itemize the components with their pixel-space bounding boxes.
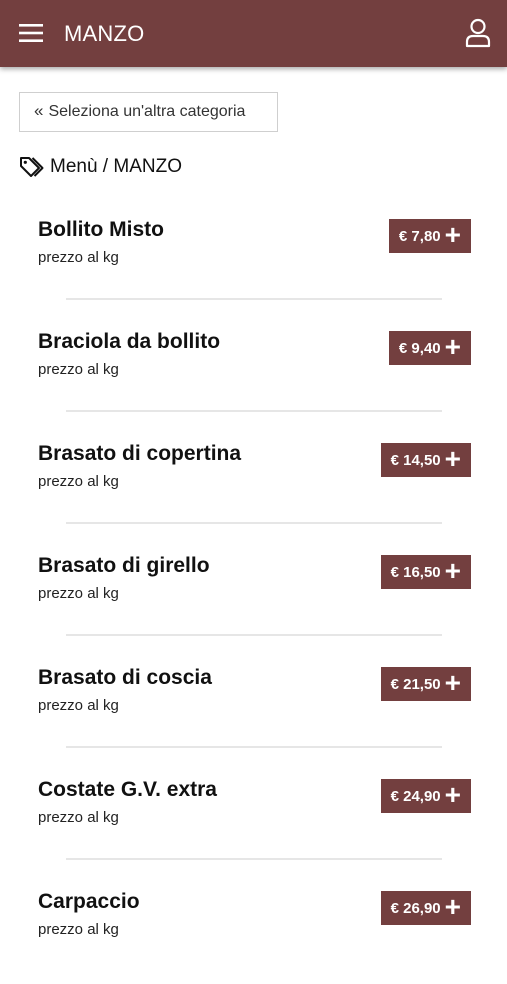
plus-icon: + — [444, 667, 461, 698]
double-chevron-left-icon: « — [34, 100, 44, 120]
select-other-category-label: Seleziona un'altra categoria — [48, 103, 246, 120]
add-to-cart-button[interactable]: € 14,50 + — [380, 443, 471, 477]
list-item: Brasato di copertina prezzo al kg € 14,5… — [0, 424, 507, 536]
user-account-button[interactable] — [461, 15, 495, 51]
plus-icon: + — [444, 443, 461, 474]
list-item: Bollito Misto prezzo al kg € 7,80 + — [0, 200, 507, 312]
add-to-cart-button[interactable]: € 9,40 + — [388, 331, 471, 365]
add-to-cart-button[interactable]: € 24,90 + — [380, 779, 471, 813]
plus-icon: + — [444, 555, 461, 586]
list-item: Carpaccio prezzo al kg € 26,90 + — [0, 872, 507, 984]
item-name: Bollito Misto — [38, 218, 164, 241]
divider — [66, 298, 442, 300]
divider — [66, 634, 442, 636]
product-list: Bollito Misto prezzo al kg € 7,80 + Brac… — [0, 200, 507, 984]
item-unit: prezzo al kg — [38, 249, 119, 266]
divider — [66, 410, 442, 412]
item-name: Braciola da bollito — [38, 330, 221, 353]
plus-icon: + — [444, 219, 461, 250]
item-unit: prezzo al kg — [38, 473, 119, 490]
item-price: € 24,90 — [390, 787, 441, 805]
add-to-cart-button[interactable]: € 7,80 + — [388, 219, 471, 253]
breadcrumb: Menù / MANZO — [19, 155, 182, 179]
list-item: Costate G.V. extra prezzo al kg € 24,90 … — [0, 760, 507, 872]
list-item: Braciola da bollito prezzo al kg € 9,40 … — [0, 312, 507, 424]
item-unit: prezzo al kg — [38, 585, 119, 602]
user-icon — [465, 18, 491, 48]
item-unit: prezzo al kg — [38, 809, 119, 826]
divider — [66, 522, 442, 524]
select-other-category-button[interactable]: « Seleziona un'altra categoria — [19, 92, 278, 132]
item-unit: prezzo al kg — [38, 361, 119, 378]
item-unit: prezzo al kg — [38, 921, 119, 938]
item-name: Brasato di coscia — [38, 666, 212, 689]
item-unit: prezzo al kg — [38, 697, 119, 714]
item-price: € 14,50 — [390, 451, 441, 469]
page-title: MANZO — [64, 21, 145, 46]
item-price: € 9,40 — [398, 339, 441, 357]
plus-icon: + — [444, 331, 461, 362]
hamburger-menu-icon — [19, 24, 43, 42]
plus-icon: + — [444, 779, 461, 810]
item-name: Brasato di girello — [38, 554, 210, 577]
breadcrumb-text: Menù / MANZO — [50, 156, 182, 177]
list-item: Brasato di girello prezzo al kg € 16,50 … — [0, 536, 507, 648]
item-price: € 16,50 — [390, 563, 441, 581]
list-item: Brasato di coscia prezzo al kg € 21,50 + — [0, 648, 507, 760]
item-price: € 7,80 — [398, 227, 441, 245]
item-name: Brasato di copertina — [38, 442, 242, 465]
top-app-bar: MANZO — [0, 0, 507, 67]
item-name: Carpaccio — [38, 890, 140, 913]
tags-icon — [20, 157, 44, 177]
add-to-cart-button[interactable]: € 16,50 + — [380, 555, 471, 589]
divider — [66, 746, 442, 748]
divider — [66, 858, 442, 860]
menu-button[interactable] — [14, 16, 48, 50]
item-price: € 21,50 — [390, 675, 441, 693]
item-name: Costate G.V. extra — [38, 778, 217, 801]
add-to-cart-button[interactable]: € 21,50 + — [380, 667, 471, 701]
plus-icon: + — [444, 891, 461, 922]
add-to-cart-button[interactable]: € 26,90 + — [380, 891, 471, 925]
item-price: € 26,90 — [390, 899, 441, 917]
